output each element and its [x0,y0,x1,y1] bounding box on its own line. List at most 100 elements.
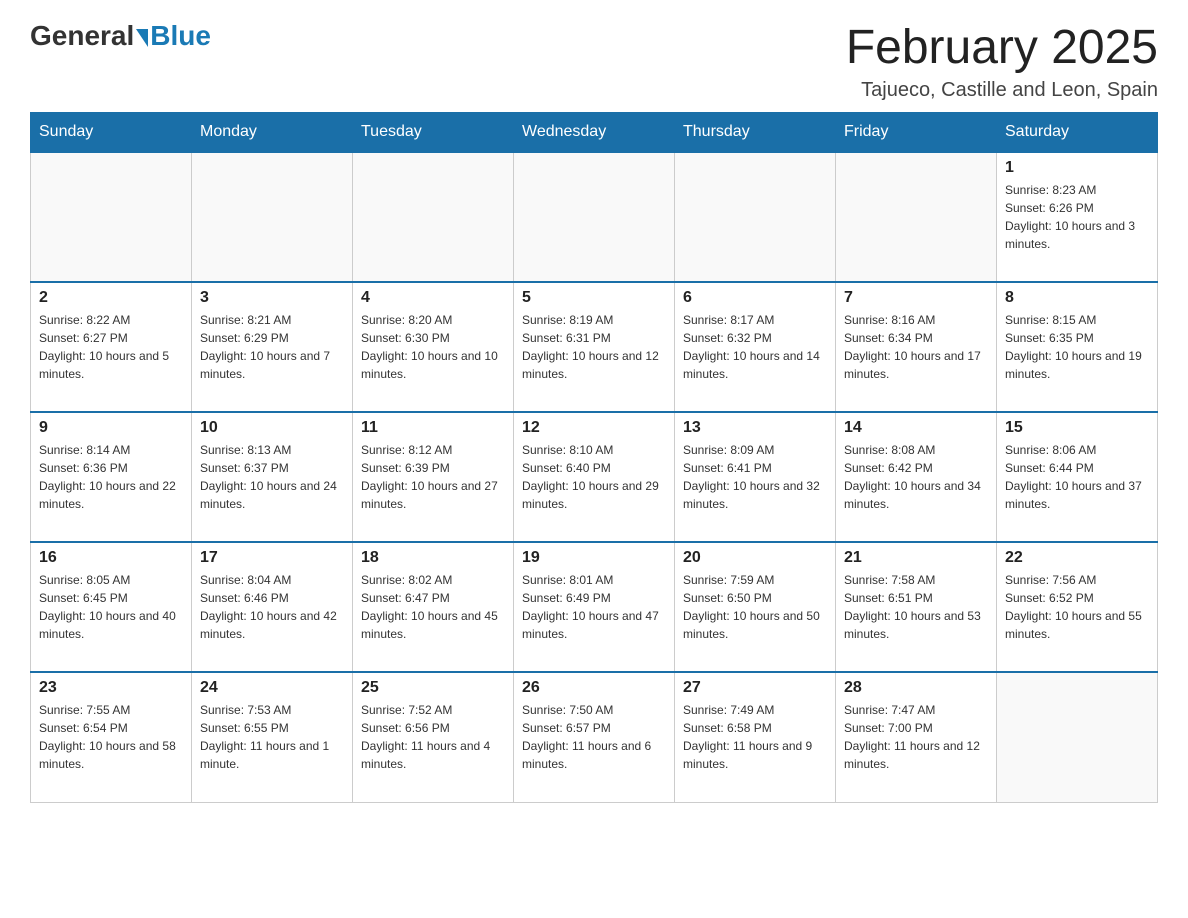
calendar-cell: 9 Sunrise: 8:14 AMSunset: 6:36 PMDaylight… [31,412,192,542]
calendar-cell: 21 Sunrise: 7:58 AMSunset: 6:51 PMDayligh… [836,542,997,672]
logo-blue-text: Blue [150,20,211,52]
calendar-cell: 7 Sunrise: 8:16 AMSunset: 6:34 PMDaylight… [836,282,997,412]
calendar-cell: 3 Sunrise: 8:21 AMSunset: 6:29 PMDaylight… [192,282,353,412]
calendar-cell: 17 Sunrise: 8:04 AMSunset: 6:46 PMDayligh… [192,542,353,672]
day-number: 11 [361,419,505,437]
logo: General Blue [30,20,211,52]
day-info: Sunrise: 8:16 AMSunset: 6:34 PMDaylight:… [844,311,988,383]
location-subtitle: Tajueco, Castille and Leon, Spain [846,79,1158,102]
day-info: Sunrise: 7:55 AMSunset: 6:54 PMDaylight:… [39,701,183,773]
day-number: 10 [200,419,344,437]
calendar-week-row: 2Sunrise: 8:22 AMSunset: 6:27 PMDaylight… [31,282,1158,412]
day-number: 5 [522,289,666,307]
calendar-cell [192,152,353,282]
col-header-saturday: Saturday [997,113,1158,153]
day-number: 15 [1005,419,1149,437]
col-header-sunday: Sunday [31,113,192,153]
calendar-cell: 6Sunrise: 8:17 AMSunset: 6:32 PMDaylight… [675,282,836,412]
calendar-cell: 15 Sunrise: 8:06 AMSunset: 6:44 PMDayligh… [997,412,1158,542]
day-info: Sunrise: 8:20 AMSunset: 6:30 PMDaylight:… [361,311,505,383]
day-number: 24 [200,679,344,697]
day-info: Sunrise: 8:08 AMSunset: 6:42 PMDaylight:… [844,441,988,513]
day-number: 13 [683,419,827,437]
day-info: Sunrise: 8:02 AMSunset: 6:47 PMDaylight:… [361,571,505,643]
logo-general-text: General [30,20,134,52]
calendar-cell [514,152,675,282]
calendar-week-row: 16 Sunrise: 8:05 AMSunset: 6:45 PMDayligh… [31,542,1158,672]
col-header-wednesday: Wednesday [514,113,675,153]
calendar-cell: 11 Sunrise: 8:12 AMSunset: 6:39 PMDayligh… [353,412,514,542]
day-info: Sunrise: 8:01 AMSunset: 6:49 PMDaylight:… [522,571,666,643]
calendar-cell: 18 Sunrise: 8:02 AMSunset: 6:47 PMDayligh… [353,542,514,672]
calendar-cell: 22 Sunrise: 7:56 AMSunset: 6:52 PMDayligh… [997,542,1158,672]
day-info: Sunrise: 8:14 AMSunset: 6:36 PMDaylight:… [39,441,183,513]
calendar-title: February 2025 [846,20,1158,75]
day-info: Sunrise: 8:17 AMSunset: 6:32 PMDaylight:… [683,311,827,383]
day-number: 16 [39,549,183,567]
day-number: 17 [200,549,344,567]
day-number: 19 [522,549,666,567]
day-number: 20 [683,549,827,567]
calendar-table: SundayMondayTuesdayWednesdayThursdayFrid… [30,112,1158,803]
calendar-cell: 14Sunrise: 8:08 AMSunset: 6:42 PMDayligh… [836,412,997,542]
day-info: Sunrise: 7:56 AMSunset: 6:52 PMDaylight:… [1005,571,1149,643]
calendar-cell [353,152,514,282]
day-number: 4 [361,289,505,307]
calendar-cell: 24 Sunrise: 7:53 AMSunset: 6:55 PMDayligh… [192,672,353,802]
day-number: 25 [361,679,505,697]
logo-arrow-icon [136,29,148,47]
day-number: 7 [844,289,988,307]
day-number: 12 [522,419,666,437]
calendar-cell [836,152,997,282]
day-number: 28 [844,679,988,697]
day-info: Sunrise: 8:22 AMSunset: 6:27 PMDaylight:… [39,311,183,383]
day-number: 1 [1005,159,1149,177]
day-info: Sunrise: 7:49 AMSunset: 6:58 PMDaylight:… [683,701,827,773]
title-section: February 2025 Tajueco, Castille and Leon… [846,20,1158,102]
day-info: Sunrise: 7:50 AMSunset: 6:57 PMDaylight:… [522,701,666,773]
calendar-week-row: 1 Sunrise: 8:23 AMSunset: 6:26 PMDaylight… [31,152,1158,282]
calendar-cell: 5 Sunrise: 8:19 AMSunset: 6:31 PMDaylight… [514,282,675,412]
day-info: Sunrise: 8:06 AMSunset: 6:44 PMDaylight:… [1005,441,1149,513]
day-number: 26 [522,679,666,697]
day-info: Sunrise: 7:52 AMSunset: 6:56 PMDaylight:… [361,701,505,773]
col-header-tuesday: Tuesday [353,113,514,153]
calendar-cell: 19 Sunrise: 8:01 AMSunset: 6:49 PMDayligh… [514,542,675,672]
calendar-cell [675,152,836,282]
calendar-cell: 12 Sunrise: 8:10 AMSunset: 6:40 PMDayligh… [514,412,675,542]
calendar-cell: 25 Sunrise: 7:52 AMSunset: 6:56 PMDayligh… [353,672,514,802]
day-number: 21 [844,549,988,567]
calendar-header-row: SundayMondayTuesdayWednesdayThursdayFrid… [31,113,1158,153]
calendar-cell: 28 Sunrise: 7:47 AMSunset: 7:00 PMDayligh… [836,672,997,802]
day-info: Sunrise: 7:53 AMSunset: 6:55 PMDaylight:… [200,701,344,773]
calendar-week-row: 23 Sunrise: 7:55 AMSunset: 6:54 PMDayligh… [31,672,1158,802]
day-number: 27 [683,679,827,697]
calendar-cell: 27 Sunrise: 7:49 AMSunset: 6:58 PMDayligh… [675,672,836,802]
day-info: Sunrise: 7:58 AMSunset: 6:51 PMDaylight:… [844,571,988,643]
calendar-cell: 26 Sunrise: 7:50 AMSunset: 6:57 PMDayligh… [514,672,675,802]
day-info: Sunrise: 8:13 AMSunset: 6:37 PMDaylight:… [200,441,344,513]
calendar-cell: 1 Sunrise: 8:23 AMSunset: 6:26 PMDaylight… [997,152,1158,282]
day-info: Sunrise: 8:10 AMSunset: 6:40 PMDaylight:… [522,441,666,513]
col-header-monday: Monday [192,113,353,153]
day-number: 3 [200,289,344,307]
day-info: Sunrise: 8:04 AMSunset: 6:46 PMDaylight:… [200,571,344,643]
day-info: Sunrise: 8:05 AMSunset: 6:45 PMDaylight:… [39,571,183,643]
day-info: Sunrise: 8:15 AMSunset: 6:35 PMDaylight:… [1005,311,1149,383]
day-number: 23 [39,679,183,697]
day-info: Sunrise: 7:59 AMSunset: 6:50 PMDaylight:… [683,571,827,643]
calendar-cell [31,152,192,282]
day-number: 9 [39,419,183,437]
calendar-week-row: 9 Sunrise: 8:14 AMSunset: 6:36 PMDaylight… [31,412,1158,542]
day-info: Sunrise: 8:12 AMSunset: 6:39 PMDaylight:… [361,441,505,513]
day-info: Sunrise: 8:19 AMSunset: 6:31 PMDaylight:… [522,311,666,383]
day-info: Sunrise: 8:21 AMSunset: 6:29 PMDaylight:… [200,311,344,383]
calendar-cell: 16 Sunrise: 8:05 AMSunset: 6:45 PMDayligh… [31,542,192,672]
day-info: Sunrise: 7:47 AMSunset: 7:00 PMDaylight:… [844,701,988,773]
page-header: General Blue February 2025 Tajueco, Cast… [30,20,1158,102]
calendar-cell [997,672,1158,802]
day-number: 22 [1005,549,1149,567]
day-info: Sunrise: 8:23 AMSunset: 6:26 PMDaylight:… [1005,181,1149,253]
day-number: 18 [361,549,505,567]
calendar-cell: 20 Sunrise: 7:59 AMSunset: 6:50 PMDayligh… [675,542,836,672]
